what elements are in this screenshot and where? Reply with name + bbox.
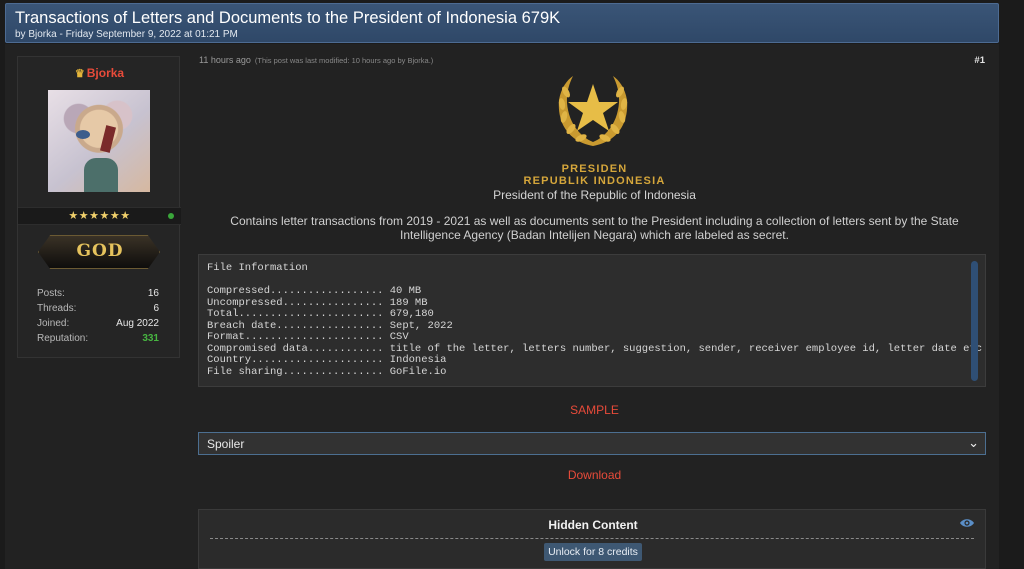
stat-value: 6 xyxy=(153,303,159,314)
code-scrollbar[interactable] xyxy=(971,261,978,381)
thread-meta: by Bjorka - Friday September 9, 2022 at … xyxy=(15,29,238,40)
chevron-down-icon: ⌄ xyxy=(968,435,979,450)
post: ♛ Bjorka ★★★★★★ GOD Posts: 16 Threads: 6 … xyxy=(5,44,999,569)
post-number-link[interactable]: #1 xyxy=(974,55,985,66)
code-line: Total....................... 679,180 xyxy=(207,308,434,320)
code-line: Format...................... CSV xyxy=(207,331,409,343)
username-row: ♛ Bjorka xyxy=(18,66,181,80)
code-line: Breach date................. Sept, 2022 xyxy=(207,319,453,332)
eye-icon[interactable] xyxy=(959,517,975,529)
reputation-value[interactable]: 331 xyxy=(142,333,159,344)
code-line: Compromised data............ title of th… xyxy=(207,342,983,355)
garuda-star-emblem-icon xyxy=(558,76,628,146)
rank-badge: GOD xyxy=(38,235,160,269)
code-block[interactable]: File Information Compressed.............… xyxy=(198,254,986,387)
rank-label: GOD xyxy=(76,241,124,261)
spoiler-toggle[interactable]: Spoiler ⌄ xyxy=(198,432,986,455)
divider xyxy=(210,538,974,539)
post-time: 11 hours ago xyxy=(199,55,251,65)
stat-label: Joined: xyxy=(37,318,70,329)
username-link[interactable]: Bjorka xyxy=(87,66,124,80)
download-link[interactable]: Download xyxy=(198,468,991,482)
code-line: Country..................... Indonesia xyxy=(207,354,447,366)
emblem-title-line1: PRESIDEN xyxy=(561,163,628,175)
unlock-button[interactable]: Unlock for 8 credits xyxy=(544,543,642,561)
user-sidebar: ♛ Bjorka ★★★★★★ GOD Posts: 16 Threads: 6 … xyxy=(17,56,181,358)
emblem-subtitle: President of the Republic of Indonesia xyxy=(493,188,696,202)
spoiler-label: Spoiler xyxy=(207,437,245,451)
post-content: 11 hours ago (This post was last modified… xyxy=(198,44,991,569)
stat-label: Reputation: xyxy=(37,333,89,344)
user-stars-bar: ★★★★★★ xyxy=(18,207,181,225)
emblem-title-line2: REPUBLIK INDONESIA xyxy=(523,175,666,187)
stat-value: 16 xyxy=(147,288,159,299)
code-line: File Information xyxy=(207,262,308,274)
hidden-content-title: Hidden Content xyxy=(548,518,638,532)
user-stars: ★★★★★★ xyxy=(68,210,131,222)
post-modified-note: (This post was last modified: 10 hours a… xyxy=(254,56,434,65)
avatar[interactable] xyxy=(48,90,150,192)
stat-value: Aug 2022 xyxy=(116,318,159,329)
online-status-icon xyxy=(168,213,174,219)
hidden-content-box: Hidden Content Unlock for 8 credits xyxy=(198,509,986,569)
code-line: File sharing................ GoFile.io xyxy=(207,365,447,378)
code-line: Compressed.................. 40 MB xyxy=(207,285,422,297)
crown-icon: ♛ xyxy=(74,68,85,80)
thread-title: Transactions of Letters and Documents to… xyxy=(15,9,561,27)
thread-header: Transactions of Letters and Documents to… xyxy=(5,3,999,43)
stat-label: Threads: xyxy=(37,303,77,314)
stat-label: Posts: xyxy=(37,288,65,299)
code-line: Uncompressed................ 189 MB xyxy=(207,296,428,309)
sample-heading: SAMPLE xyxy=(570,403,619,417)
post-description: Contains letter transactions from 2019 -… xyxy=(230,214,959,242)
post-timestamp: 11 hours ago (This post was last modified… xyxy=(199,55,433,65)
